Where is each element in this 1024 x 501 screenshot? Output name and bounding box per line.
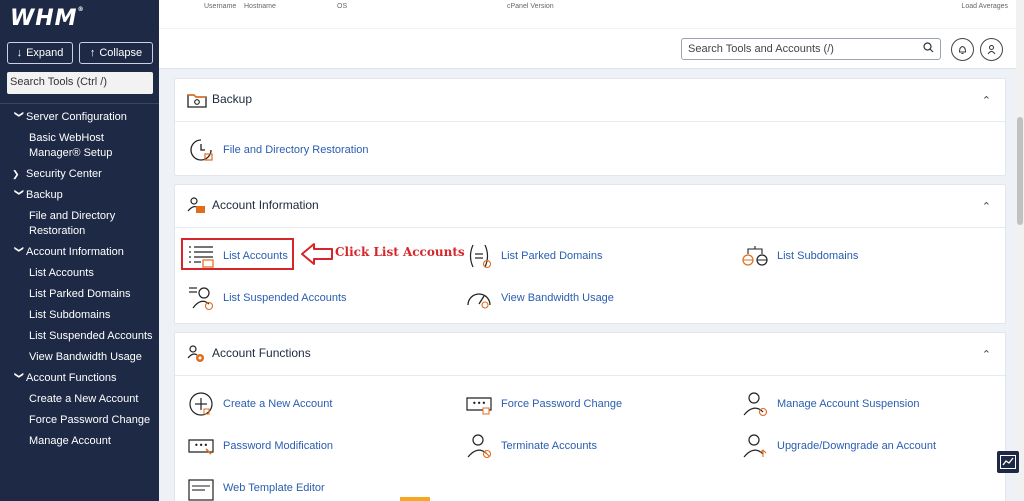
arrow-down-icon: ↓ [16, 47, 23, 59]
collapse-button[interactable]: ↑ Collapse [79, 42, 153, 64]
page-scrollbar[interactable] [1016, 0, 1024, 501]
top-bar: Username Hostname OS cPanel Version Load… [159, 0, 1024, 69]
sidebar-item-account-functions[interactable]: ❯ Account Functions [0, 369, 159, 390]
sidebar-item-create-new-account[interactable]: Create a New Account [0, 390, 159, 411]
sidebar-item-manage-account[interactable]: Manage Account [0, 432, 159, 453]
gauge-icon [467, 293, 491, 309]
user-icon [987, 45, 996, 55]
stat-cpanel-version: cPanel Version [507, 3, 554, 10]
chart-icon [1000, 455, 1016, 469]
card-backup-header[interactable]: Backup ⌃ [175, 79, 1005, 122]
list-accounts-highlight-box [181, 238, 294, 270]
sidebar-item-list-parked-domains[interactable]: List Parked Domains [0, 285, 159, 306]
restore-icon [190, 139, 213, 161]
folder-icon [187, 94, 207, 108]
sidebar-item-list-subdomains[interactable]: List Subdomains [0, 306, 159, 327]
callout-arrow-icon [301, 243, 333, 265]
chevron-down-icon: ❯ [14, 371, 25, 380]
analytics-button[interactable] [997, 451, 1019, 473]
expand-button[interactable]: ↓ Expand [7, 42, 73, 64]
chevron-up-icon[interactable]: ⌃ [982, 94, 991, 107]
stats-divider [159, 28, 1024, 29]
user-menu-button[interactable] [980, 38, 1003, 61]
bell-icon [958, 45, 967, 54]
callout-text: Click List Accounts [335, 245, 465, 259]
chevron-up-icon[interactable]: ⌃ [982, 200, 991, 213]
tool-list-parked-domains[interactable]: List Parked Domains [465, 242, 603, 270]
template-editor-icon [188, 479, 214, 501]
chevron-down-icon: ❯ [14, 245, 25, 254]
sidebar-item-list-suspended-accounts[interactable]: List Suspended Accounts [0, 327, 159, 348]
sidebar-item-account-information[interactable]: ❯ Account Information [0, 243, 159, 264]
account-info-icon [187, 197, 205, 213]
sidebar-item-basic-webhost-setup[interactable]: Basic WebHost Manager® Setup [0, 129, 159, 165]
sidebar-divider [0, 103, 159, 104]
sidebar-item-backup[interactable]: ❯ Backup [0, 186, 159, 207]
stat-hostname: Hostname [244, 3, 276, 10]
manage-suspension-icon [743, 392, 768, 417]
chevron-down-icon: ❯ [14, 188, 25, 197]
tool-create-new-account[interactable]: Create a New Account [187, 390, 332, 418]
sidebar: WHM® ↓ Expand ↑ Collapse Search Tools (Ctr… [0, 0, 159, 501]
tool-force-password-change[interactable]: ••• Force Password Change [465, 390, 622, 418]
sidebar-search-input[interactable]: Search Tools (Ctrl /) [7, 72, 153, 94]
sidebar-item-view-bandwidth-usage[interactable]: View Bandwidth Usage [0, 348, 159, 369]
tool-list-subdomains[interactable]: List Subdomains [741, 242, 858, 270]
sidebar-item-server-configuration[interactable]: ❯ Server Configuration [0, 108, 159, 129]
card-account-information-header[interactable]: Account Information ⌃ [175, 185, 1005, 228]
card-account-functions-header[interactable]: Account Functions ⌃ [175, 333, 1005, 376]
arrow-up-icon: ↑ [89, 47, 96, 59]
password-modify-icon: ••• [188, 439, 214, 455]
search-icon [923, 42, 934, 56]
tool-password-modification[interactable]: ••• Password Modification [187, 432, 333, 460]
stat-load-averages: Load Averages [961, 3, 1008, 10]
notifications-button[interactable] [951, 38, 974, 61]
tool-terminate-accounts[interactable]: Terminate Accounts [465, 432, 597, 460]
stat-os: OS [337, 3, 348, 10]
card-account-functions: Account Functions ⌃ Create a New Account… [174, 332, 1006, 501]
tool-list-suspended-accounts[interactable]: List Suspended Accounts [187, 284, 347, 312]
tool-file-directory-restoration[interactable]: File and Directory Restoration [187, 136, 369, 164]
card-title: Account Functions [212, 346, 311, 360]
parked-domain-icon [469, 244, 492, 269]
sidebar-item-force-password-change[interactable]: Force Password Change [0, 411, 159, 432]
chevron-right-icon: ❯ [12, 169, 20, 179]
chevron-down-icon: ❯ [14, 110, 25, 119]
sidebar-item-security-center[interactable]: ❯ Security Center [0, 165, 159, 186]
card-account-information: Account Information ⌃ List Accounts List… [174, 184, 1006, 324]
tool-view-bandwidth-usage[interactable]: View Bandwidth Usage [465, 284, 614, 312]
card-title: Account Information [212, 198, 319, 212]
account-functions-icon [187, 345, 204, 362]
terminate-account-icon [467, 434, 492, 459]
suspended-accounts-icon [189, 287, 214, 311]
scrollbar-thumb[interactable] [1017, 117, 1023, 225]
add-circle-icon [189, 392, 213, 416]
chevron-up-icon[interactable]: ⌃ [982, 348, 991, 361]
sidebar-item-file-directory-restoration[interactable]: File and Directory Restoration [0, 207, 159, 243]
card-backup: Backup ⌃ File and Directory Restoration [174, 78, 1006, 176]
whm-logo[interactable]: WHM® [10, 6, 85, 31]
sidebar-item-list-accounts[interactable]: List Accounts [0, 264, 159, 285]
svg-text:•••: ••• [194, 441, 208, 450]
card-title: Backup [212, 92, 253, 106]
tool-upgrade-downgrade-account[interactable]: Upgrade/Downgrade an Account [741, 432, 936, 460]
subdomains-icon [742, 246, 768, 266]
stat-username: Username [204, 3, 237, 10]
svg-text:•••: ••• [472, 399, 486, 408]
upgrade-account-icon [743, 434, 767, 458]
password-icon: ••• [466, 397, 492, 415]
bottom-accent-bar [400, 497, 430, 501]
search-tools-input[interactable]: Search Tools and Accounts (/) [681, 38, 941, 60]
tool-web-template-editor[interactable]: Web Template Editor [187, 474, 325, 501]
tool-manage-account-suspension[interactable]: Manage Account Suspension [741, 390, 920, 418]
sidebar-nav: ❯ Server Configuration Basic WebHost Mana… [0, 108, 159, 453]
